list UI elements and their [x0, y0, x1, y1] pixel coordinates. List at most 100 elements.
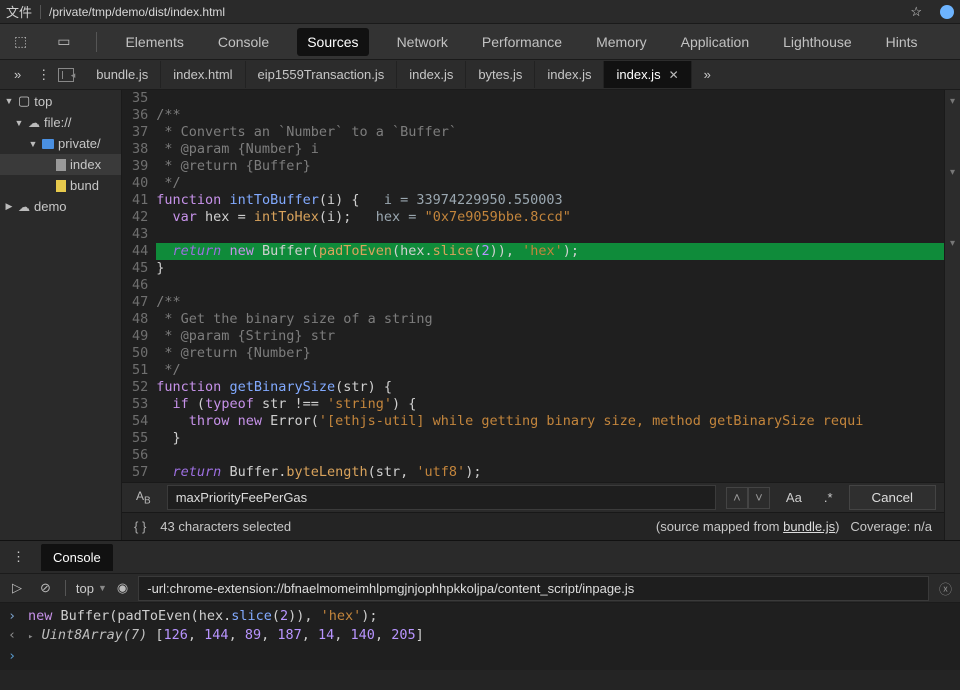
tab-performance[interactable]: Performance [476, 30, 568, 54]
match-case-toggle[interactable]: Aa [780, 490, 808, 505]
selection-status: 43 characters selected [160, 519, 291, 534]
file-icon [56, 159, 66, 171]
devtools-tabs: ⬚ ▭ Elements Console Sources Network Perform… [0, 24, 960, 60]
tab-application[interactable]: Application [675, 30, 756, 54]
expand-arrow-icon[interactable]: ▼ [14, 118, 24, 128]
profile-avatar-icon[interactable] [940, 5, 954, 19]
execution-context-selector[interactable]: top ▼ [76, 581, 107, 596]
separator [65, 580, 66, 596]
nav-label: bund [70, 178, 99, 193]
source-map-label-prefix: (source mapped from [656, 519, 783, 534]
cloud-icon [28, 115, 40, 130]
expand-arrow-icon[interactable]: ▼ [28, 139, 38, 149]
menu-file[interactable]: 文件 [6, 2, 32, 21]
separator [96, 32, 97, 52]
tab-memory[interactable]: Memory [590, 30, 653, 54]
drawer-tabs: ⋮ Console [0, 541, 960, 573]
pretty-print-icon[interactable]: { } [134, 519, 146, 534]
chevron-down-icon[interactable]: ▾ [950, 167, 955, 178]
console-output-text: ▸ Uint8Array(7) [126, 144, 89, 187, 14, … [28, 626, 424, 647]
navigator-toggle-icon[interactable]: ◂ [58, 68, 74, 82]
nav-label: demo [34, 199, 67, 214]
tab-elements[interactable]: Elements [119, 30, 189, 54]
collapse-arrow-icon[interactable]: ▼ [4, 96, 14, 106]
chevron-down-icon[interactable]: ▾ [950, 96, 955, 107]
nav-label: index [70, 157, 101, 172]
nav-node[interactable]: bund [0, 175, 121, 196]
replace-toggle-icon[interactable]: AB [130, 489, 157, 506]
url-path: /private/tmp/demo/dist/index.html [49, 5, 902, 19]
search-input[interactable] [167, 485, 716, 510]
tab-lighthouse[interactable]: Lighthouse [777, 30, 858, 54]
nav-overflow-right-icon[interactable]: » [696, 67, 719, 82]
more-menu-icon[interactable]: ⋮ [29, 67, 58, 83]
file-tab-strip: » ⋮ ◂ bundle.jsindex.htmleip1559Transact… [0, 60, 960, 90]
scope-label: top [76, 581, 94, 596]
nav-node[interactable]: ▶ demo [0, 196, 121, 217]
output-prompt-icon: ‹ [8, 626, 20, 645]
file-navigator[interactable]: ▼ ▢ top ▼ file:// ▼ private/index bund ▶ demo [0, 90, 122, 540]
file-tab[interactable]: index.html [161, 61, 245, 88]
clear-console-icon[interactable]: ⊘ [36, 580, 55, 596]
file-tab[interactable]: index.js✕ [604, 61, 691, 88]
regex-toggle[interactable]: .* [818, 490, 839, 505]
console-output[interactable]: › new Buffer(padToEven(hex.slice(2)), 'h… [0, 603, 960, 670]
nav-overflow-left-icon[interactable]: » [6, 67, 29, 82]
nav-root-label: top [34, 94, 52, 109]
nav-label: file:// [44, 115, 71, 130]
separator [40, 5, 41, 19]
device-toggle-icon[interactable]: ▭ [53, 33, 74, 50]
nav-node[interactable]: ▼ private/ [0, 133, 121, 154]
search-next-button[interactable]: ˅ [748, 487, 770, 509]
file-tab[interactable]: index.js [535, 61, 604, 88]
console-drawer: ⋮ Console ▷ ⊘ top ▼ ◉ ⓧ › new Buffer(pad… [0, 540, 960, 670]
bookmark-star-icon[interactable]: ☆ [910, 4, 922, 20]
console-input-text: new Buffer(padToEven(hex.slice(2)), 'hex… [28, 607, 378, 626]
nav-root[interactable]: ▼ ▢ top [0, 90, 121, 112]
close-icon[interactable]: ✕ [669, 68, 679, 82]
tab-sources[interactable]: Sources [297, 28, 368, 56]
tab-console[interactable]: Console [212, 30, 275, 54]
source-map-label-suffix: ) [835, 519, 839, 534]
editor: 3536373839404142434445464748495051525354… [122, 90, 944, 540]
folder-icon [42, 139, 54, 149]
play-icon[interactable]: ▷ [8, 580, 26, 596]
code-content[interactable]: /** * Converts an `Number` to a `Buffer`… [156, 90, 944, 482]
drawer-menu-icon[interactable]: ⋮ [6, 549, 31, 565]
search-prev-button[interactable]: ˄ [726, 487, 748, 509]
tab-hints[interactable]: Hints [880, 30, 924, 54]
nav-node[interactable]: ▼ file:// [0, 112, 121, 133]
debugger-sidebar-collapsed[interactable]: ▾ ▾ ▾ [944, 90, 960, 540]
console-toolbar: ▷ ⊘ top ▼ ◉ ⓧ [0, 573, 960, 603]
cloud-icon [18, 199, 30, 214]
search-stepper: ˄ ˅ [726, 487, 770, 509]
live-expression-icon[interactable]: ◉ [117, 580, 128, 596]
clear-filter-icon[interactable]: ⓧ [939, 579, 952, 598]
workspace: ▼ ▢ top ▼file://▼private/indexbund▶demo … [0, 90, 960, 540]
console-input-line[interactable]: › [8, 647, 952, 666]
console-output-line: ‹ ▸ Uint8Array(7) [126, 144, 89, 187, 14… [8, 626, 952, 647]
input-prompt-icon: › [8, 607, 20, 626]
tab-network[interactable]: Network [391, 30, 454, 54]
expand-arrow-icon[interactable]: ▶ [4, 201, 14, 212]
nav-label: private/ [58, 136, 101, 151]
console-input-line: › new Buffer(padToEven(hex.slice(2)), 'h… [8, 607, 952, 626]
source-map-link[interactable]: bundle.js [783, 519, 835, 534]
console-filter-input[interactable] [138, 576, 929, 601]
chevron-down-icon: ▼ [98, 583, 107, 593]
tab-console[interactable]: Console [41, 544, 113, 571]
file-tab[interactable]: eip1559Transaction.js [246, 61, 398, 88]
file-icon [56, 180, 66, 192]
chevron-down-icon[interactable]: ▾ [950, 238, 955, 249]
code-area[interactable]: 3536373839404142434445464748495051525354… [122, 90, 944, 482]
nav-node[interactable]: index [0, 154, 121, 175]
editor-status-bar: { } 43 characters selected (source mappe… [122, 512, 944, 540]
file-tab[interactable]: bundle.js [84, 61, 161, 88]
file-tab[interactable]: index.js [397, 61, 466, 88]
inspect-element-icon[interactable]: ⬚ [10, 33, 31, 50]
titlebar: 文件 /private/tmp/demo/dist/index.html ☆ [0, 0, 960, 24]
editor-search-bar: AB ˄ ˅ Aa .* Cancel [122, 482, 944, 512]
input-prompt-icon: › [8, 647, 20, 666]
cancel-button[interactable]: Cancel [849, 485, 937, 510]
file-tab[interactable]: bytes.js [466, 61, 535, 88]
